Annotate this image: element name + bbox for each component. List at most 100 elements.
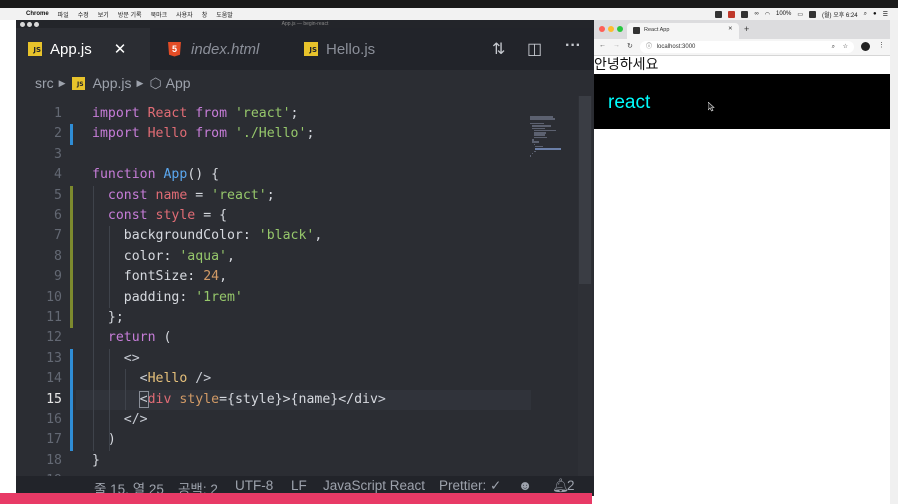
code-line[interactable]: }; <box>92 308 124 328</box>
line-number[interactable]: 5 <box>16 186 62 206</box>
info-icon[interactable]: ⓘ <box>646 44 652 50</box>
status-language-mode[interactable]: JavaScript React <box>323 478 425 493</box>
git-change-marker[interactable] <box>70 287 73 308</box>
minimap[interactable] <box>530 96 570 157</box>
address-bar[interactable]: ⓘ localhost:3000 ⌕ ☆ <box>640 41 854 53</box>
line-number[interactable]: 6 <box>16 206 62 226</box>
git-change-marker[interactable] <box>70 185 73 206</box>
line-number[interactable]: 13 <box>16 349 62 369</box>
code-line[interactable]: const style = { <box>92 206 227 226</box>
close-tab-icon[interactable]: ✕ <box>114 40 127 58</box>
git-change-marker[interactable] <box>70 246 73 268</box>
status-app-icon[interactable] <box>715 10 723 18</box>
browser-tab[interactable]: React App ✕ <box>627 23 739 39</box>
breadcrumb-symbol[interactable]: App <box>166 75 191 91</box>
line-number[interactable]: 18 <box>16 451 62 471</box>
line-number[interactable]: 14 <box>16 369 62 389</box>
git-change-marker[interactable] <box>70 206 73 227</box>
code-line[interactable]: <div style={style}>{name}</div> <box>92 390 386 410</box>
glasses-icon[interactable]: ∞ <box>754 11 758 17</box>
back-icon[interactable]: ← <box>599 42 606 49</box>
chrome-menu-icon[interactable]: ⋮ <box>878 41 885 49</box>
user-avatar-icon[interactable]: ● <box>873 11 877 17</box>
menu-window[interactable]: 창 <box>202 10 208 19</box>
reload-icon[interactable]: ↻ <box>627 42 633 50</box>
menu-history[interactable]: 방문 기록 <box>118 10 142 19</box>
git-change-marker[interactable] <box>70 430 73 451</box>
menu-view[interactable]: 보기 <box>98 10 109 19</box>
close-tab-icon[interactable]: ✕ <box>728 26 733 32</box>
more-actions-icon[interactable]: ··· <box>565 37 581 55</box>
code-editor[interactable]: 1 import React from 'react'; 2 import Hello… <box>16 96 594 488</box>
line-number[interactable]: 11 <box>16 308 62 328</box>
forward-icon[interactable]: → <box>613 42 620 49</box>
line-number[interactable]: 10 <box>16 288 62 308</box>
menu-bookmarks[interactable]: 북마크 <box>151 10 168 19</box>
input-source-icon[interactable] <box>809 10 817 18</box>
menu-edit[interactable]: 수정 <box>78 10 89 19</box>
status-encoding[interactable]: UTF-8 <box>235 478 273 493</box>
git-change-marker[interactable] <box>70 308 73 329</box>
code-line[interactable]: backgroundColor: 'black', <box>92 226 323 246</box>
feedback-smiley-icon[interactable]: ☻ <box>518 478 532 493</box>
line-number[interactable]: 4 <box>16 165 62 185</box>
code-line[interactable]: import React from 'react'; <box>92 104 299 124</box>
git-change-marker[interactable] <box>70 267 73 288</box>
git-change-marker[interactable] <box>70 124 73 145</box>
git-change-marker[interactable] <box>70 226 73 247</box>
menu-file[interactable]: 파일 <box>58 10 69 19</box>
status-prettier[interactable]: Prettier: ✓ <box>439 478 501 494</box>
code-line[interactable]: return ( <box>92 328 172 348</box>
tab-index-html[interactable]: 5 index.html <box>156 28 286 70</box>
zoom-icon[interactable]: ⌕ <box>832 41 835 53</box>
bookmark-star-icon[interactable]: ☆ <box>843 41 848 53</box>
line-number[interactable]: 15 <box>16 390 62 410</box>
battery-icon[interactable]: ▭ <box>797 11 803 18</box>
code-line[interactable]: } <box>92 451 100 471</box>
code-line[interactable]: fontSize: 24, <box>92 267 227 287</box>
minimize-window-icon[interactable] <box>608 26 614 32</box>
line-number[interactable]: 8 <box>16 247 62 267</box>
open-changes-icon[interactable]: ⇅ <box>492 39 505 59</box>
status-eol[interactable]: LF <box>291 478 307 493</box>
line-number[interactable]: 1 <box>16 104 62 124</box>
code-line[interactable]: padding: '1rem' <box>92 288 243 308</box>
git-change-marker[interactable] <box>70 389 73 410</box>
line-number[interactable]: 16 <box>16 410 62 430</box>
tab-hello-js[interactable]: JS Hello.js <box>292 28 422 70</box>
code-line[interactable]: color: 'aqua', <box>92 247 235 267</box>
code-line[interactable]: ) <box>92 430 116 450</box>
zoom-window-icon[interactable] <box>617 26 623 32</box>
menu-people[interactable]: 사용자 <box>176 10 193 19</box>
status-record-icon[interactable] <box>728 10 736 18</box>
close-window-icon[interactable] <box>599 26 605 32</box>
breadcrumb-file[interactable]: App.js <box>93 75 132 91</box>
code-line[interactable]: <Hello /> <box>92 369 212 389</box>
line-number[interactable]: 7 <box>16 226 62 246</box>
code-line[interactable]: function App() { <box>92 165 219 185</box>
clock[interactable]: (월) 오후 6:24 <box>822 10 858 19</box>
code-line[interactable]: import Hello from './Hello'; <box>92 124 314 144</box>
line-number[interactable]: 3 <box>16 145 62 165</box>
code-line[interactable]: </> <box>92 410 148 430</box>
tab-app-js[interactable]: JS App.js ✕ <box>16 28 150 70</box>
git-change-marker[interactable] <box>70 410 73 431</box>
menu-help[interactable]: 도움말 <box>216 10 233 19</box>
git-change-marker[interactable] <box>70 369 73 390</box>
editor-scrollbar-thumb[interactable] <box>579 96 591 284</box>
spotlight-icon[interactable]: ⌕ <box>864 11 867 18</box>
code-line[interactable]: const name = 'react'; <box>92 186 275 206</box>
profile-avatar[interactable] <box>861 42 870 51</box>
wifi-icon[interactable]: ◠ <box>765 11 770 18</box>
git-change-marker[interactable] <box>70 348 73 370</box>
new-tab-button[interactable]: + <box>744 24 749 34</box>
line-number[interactable]: 17 <box>16 430 62 450</box>
code-line[interactable]: <> <box>92 349 140 369</box>
zoom-window-icon[interactable] <box>34 21 39 27</box>
line-number[interactable]: 12 <box>16 328 62 348</box>
status-app-icon-2[interactable] <box>741 10 749 18</box>
notification-center-icon[interactable]: ☰ <box>883 11 888 18</box>
minimize-window-icon[interactable] <box>27 21 32 27</box>
breadcrumb-folder[interactable]: src <box>35 75 54 91</box>
close-window-icon[interactable] <box>20 21 25 27</box>
